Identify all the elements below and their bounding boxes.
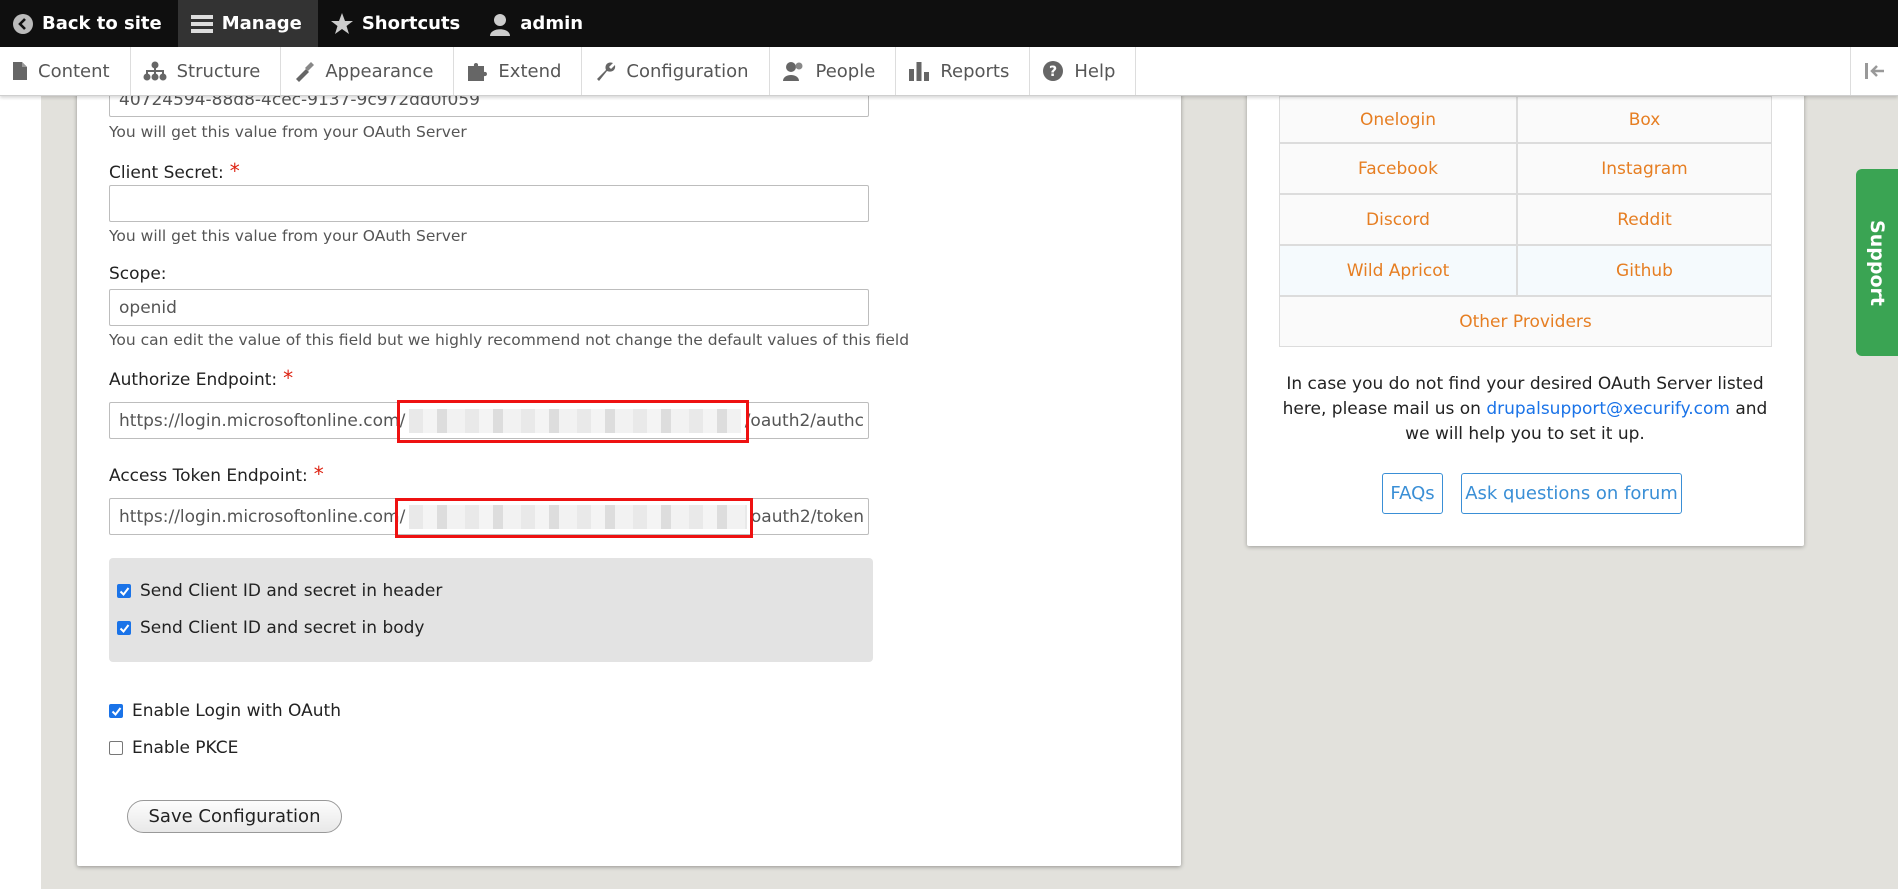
token-prefix: https://login.microsoftonline.com/	[119, 506, 406, 527]
tray-item-structure[interactable]: Structure	[131, 47, 282, 95]
authorize-suffix: /oauth2/authc	[744, 410, 864, 431]
tray-orientation-toggle[interactable]	[1850, 47, 1898, 95]
file-icon	[13, 62, 27, 80]
save-configuration-button[interactable]: Save Configuration	[127, 800, 342, 833]
provider-box[interactable]: Box	[1517, 96, 1772, 143]
provider-instagram[interactable]: Instagram	[1517, 143, 1772, 194]
tray-label-structure: Structure	[176, 60, 261, 82]
scope-description: You can edit the value of this field but…	[109, 331, 910, 349]
tray-label-configuration: Configuration	[626, 60, 749, 82]
admin-tray: Content Structure Appearance Extend Conf…	[0, 47, 1898, 96]
back-arrow-icon	[13, 13, 33, 34]
required-mark: *	[313, 462, 324, 486]
help-icon: ?	[1043, 61, 1064, 81]
user-tab[interactable]: admin	[476, 0, 599, 47]
auth-method-panel	[109, 558, 873, 662]
collapse-icon	[1864, 63, 1884, 79]
shortcuts-tab[interactable]: Shortcuts	[318, 0, 476, 47]
provider-reddit[interactable]: Reddit	[1517, 194, 1772, 245]
bar-chart-icon	[909, 62, 930, 81]
back-to-site-label: Back to site	[42, 13, 162, 34]
tray-label-appearance: Appearance	[325, 60, 434, 82]
back-to-site-link[interactable]: Back to site	[0, 0, 178, 47]
menu-icon	[190, 14, 213, 33]
puzzle-icon	[468, 63, 488, 81]
authorize-prefix: https://login.microsoftonline.com/	[119, 410, 406, 431]
client-secret-label: Client Secret: *	[109, 159, 240, 183]
send-body-label: Send Client ID and secret in body	[140, 618, 425, 638]
people-icon	[782, 62, 802, 81]
check-icon	[119, 623, 129, 633]
provider-onelogin[interactable]: Onelogin	[1279, 96, 1517, 143]
user-icon	[490, 13, 511, 36]
enable-pkce-option[interactable]: Enable PKCE	[109, 738, 238, 758]
send-header-checkbox[interactable]	[117, 584, 131, 598]
manage-tab[interactable]: Manage	[177, 0, 318, 47]
tray-label-people: People	[815, 60, 876, 82]
send-header-label: Send Client ID and secret in header	[140, 581, 443, 601]
check-icon	[119, 586, 129, 596]
ask-forum-button[interactable]: Ask questions on forum	[1461, 473, 1682, 514]
faqs-button[interactable]: FAQs	[1382, 473, 1443, 514]
check-icon	[111, 706, 121, 716]
wrench-icon	[597, 62, 616, 81]
provider-discord[interactable]: Discord	[1279, 194, 1517, 245]
highlight-box-token	[395, 498, 753, 538]
brush-icon	[296, 62, 315, 82]
enable-login-option[interactable]: Enable Login with OAuth	[109, 701, 341, 721]
shortcuts-label: Shortcuts	[361, 13, 461, 34]
admin-toolbar: Back to site Manage Shortcuts admin	[0, 0, 1898, 47]
provider-github[interactable]: Github	[1517, 245, 1772, 296]
tray-item-help[interactable]: ? Help	[1030, 47, 1137, 95]
required-mark: *	[229, 159, 240, 183]
support-email-link[interactable]: drupalsupport@xecurify.com	[1486, 399, 1730, 419]
authorize-endpoint-label: Authorize Endpoint: *	[109, 366, 294, 390]
tray-item-people[interactable]: People	[770, 47, 897, 95]
provider-wild-apricot[interactable]: Wild Apricot	[1279, 245, 1517, 296]
svg-text:?: ?	[1049, 64, 1057, 80]
client-id-description: You will get this value from your OAuth …	[109, 123, 467, 141]
sitemap-icon	[143, 61, 167, 81]
user-label: admin	[520, 13, 584, 34]
contact-message: In case you do not find your desired OAu…	[1270, 372, 1780, 447]
scope-input[interactable]: openid	[109, 289, 869, 326]
client-secret-input[interactable]	[109, 185, 869, 222]
tray-item-configuration[interactable]: Configuration	[582, 47, 770, 95]
send-body-option[interactable]: Send Client ID and secret in body	[117, 618, 424, 638]
provider-other[interactable]: Other Providers	[1279, 296, 1772, 347]
token-suffix: oauth2/token	[750, 506, 864, 527]
client-secret-description: You will get this value from your OAuth …	[109, 227, 467, 245]
tray-item-reports[interactable]: Reports	[896, 47, 1031, 95]
tray-label-extend: Extend	[498, 60, 562, 82]
support-tab[interactable]: Support	[1856, 169, 1898, 356]
enable-pkce-checkbox[interactable]	[109, 741, 123, 755]
enable-login-label: Enable Login with OAuth	[132, 701, 341, 721]
tray-item-content[interactable]: Content	[0, 47, 131, 95]
required-mark: *	[283, 366, 294, 390]
send-header-option[interactable]: Send Client ID and secret in header	[117, 581, 442, 601]
enable-pkce-label: Enable PKCE	[132, 738, 239, 758]
token-endpoint-label: Access Token Endpoint: *	[109, 462, 324, 486]
send-body-checkbox[interactable]	[117, 621, 131, 635]
enable-login-checkbox[interactable]	[109, 704, 123, 718]
tray-label-content: Content	[38, 60, 110, 82]
tray-item-extend[interactable]: Extend	[454, 47, 583, 95]
highlight-box-authorize	[397, 400, 749, 443]
manage-label: Manage	[221, 13, 302, 34]
tray-label-help: Help	[1074, 60, 1116, 82]
star-icon	[330, 12, 353, 34]
provider-facebook[interactable]: Facebook	[1279, 143, 1517, 194]
tray-item-appearance[interactable]: Appearance	[281, 47, 455, 95]
support-tab-label: Support	[1866, 219, 1889, 306]
scope-label: Scope:	[109, 264, 167, 284]
tray-label-reports: Reports	[940, 60, 1010, 82]
scope-value: openid	[119, 297, 177, 318]
